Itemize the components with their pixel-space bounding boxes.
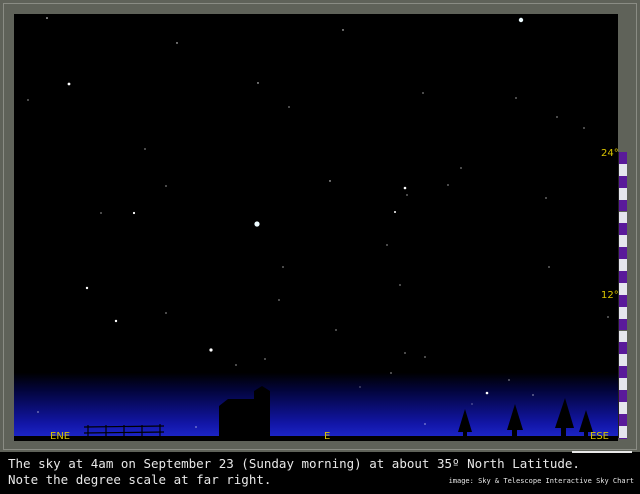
star — [556, 116, 558, 118]
degree-scale-segment — [619, 413, 627, 426]
star — [545, 197, 547, 199]
caption-line-1: The sky at 4am on September 23 (Sunday m… — [8, 456, 580, 471]
star — [422, 92, 424, 94]
star — [235, 364, 237, 366]
degree-scale-segment — [619, 282, 627, 295]
star — [37, 411, 39, 413]
star — [264, 358, 266, 360]
star — [209, 348, 213, 352]
star — [254, 221, 260, 227]
degree-scale-segment — [619, 342, 627, 355]
star — [460, 167, 462, 169]
star — [278, 299, 280, 301]
star — [132, 211, 136, 215]
bottom-rule — [572, 451, 632, 453]
star — [390, 372, 392, 374]
degree-scale-segment — [619, 401, 627, 414]
star — [386, 244, 388, 246]
degree-scale-segment — [619, 199, 627, 212]
ground-silhouettes — [14, 386, 618, 441]
degree-scale-segment — [619, 175, 627, 188]
star — [406, 194, 408, 196]
degree-scale-segment — [619, 235, 627, 248]
star — [607, 316, 609, 318]
degree-scale-segment — [619, 378, 627, 390]
barn-silhouette — [219, 386, 270, 441]
tree-silhouette-2 — [507, 404, 523, 441]
star — [195, 426, 197, 428]
degree-scale-segment — [619, 247, 627, 260]
degree-scale-segment — [619, 306, 627, 319]
star — [548, 266, 550, 268]
star-field — [27, 17, 609, 428]
star — [67, 82, 71, 86]
star — [288, 106, 290, 108]
star — [403, 186, 407, 190]
star — [100, 212, 102, 214]
star — [144, 148, 146, 150]
degree-scale-segment — [619, 354, 627, 367]
star — [329, 180, 331, 182]
degree-label-24: 24° — [601, 148, 619, 159]
star — [394, 211, 396, 213]
degree-scale-bar — [618, 152, 627, 438]
star — [46, 17, 48, 19]
star — [165, 185, 167, 187]
degree-scale-segment — [619, 152, 627, 164]
star — [282, 266, 284, 268]
ground-strip — [14, 436, 618, 441]
degree-scale-segment — [619, 259, 627, 271]
star — [165, 312, 167, 314]
degree-scale-segment — [619, 425, 627, 438]
tree-silhouette-3 — [555, 398, 574, 441]
degree-scale-segment — [619, 163, 627, 176]
star — [515, 97, 517, 99]
sky-svg — [14, 17, 618, 441]
star — [518, 17, 524, 23]
star — [508, 379, 510, 381]
star — [447, 184, 449, 186]
degree-scale-segment — [619, 271, 627, 283]
star — [404, 352, 406, 354]
degree-scale-segment — [619, 294, 627, 307]
star — [485, 391, 489, 395]
star — [532, 394, 534, 396]
degree-scale-segment — [619, 318, 627, 331]
star — [583, 127, 585, 129]
chart-frame: ENE E ESE 24° 12° — [0, 0, 640, 452]
direction-label-ese: ESE — [590, 431, 609, 442]
star — [335, 329, 337, 331]
star — [176, 42, 178, 44]
star — [342, 29, 344, 31]
degree-scale-segment — [619, 211, 627, 224]
degree-scale-segment — [619, 366, 627, 379]
direction-label-ene: ENE — [50, 431, 71, 442]
star — [27, 99, 29, 101]
star — [114, 319, 118, 323]
sky-chart — [14, 14, 618, 441]
star — [359, 386, 361, 388]
degree-scale-segment — [619, 390, 627, 402]
degree-scale-segment — [619, 223, 627, 236]
star — [471, 403, 473, 405]
degree-scale-segment — [619, 330, 627, 343]
degree-scale-segment — [619, 187, 627, 200]
star — [399, 284, 401, 286]
star — [424, 356, 426, 358]
star — [257, 82, 259, 84]
image-credit: image: Sky & Telescope Interactive Sky C… — [448, 477, 634, 485]
degree-label-12: 12° — [601, 290, 619, 301]
star — [85, 286, 89, 290]
star — [424, 423, 426, 425]
direction-label-e: E — [324, 431, 331, 442]
